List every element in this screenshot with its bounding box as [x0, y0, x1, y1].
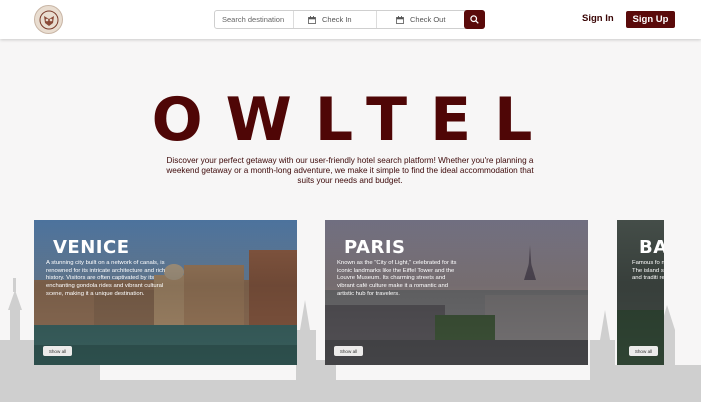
sign-up-button[interactable]: Sign Up	[626, 11, 675, 28]
check-in-label: Check In	[322, 15, 352, 24]
check-out-label: Check Out	[410, 15, 446, 24]
show-all-button[interactable]: Show all	[43, 346, 72, 356]
destination-card-partial[interactable]: BA Famous fo nice terrac The island spir…	[617, 220, 664, 365]
calendar-icon	[308, 15, 316, 24]
search-button[interactable]	[464, 10, 485, 29]
owl-logo-icon[interactable]	[34, 5, 63, 34]
top-navbar: Check In Check Out Sign In Sign Up	[0, 0, 701, 39]
check-out-field[interactable]: Check Out	[377, 11, 465, 28]
hero-description: Discover your perfect getaway with our u…	[166, 156, 534, 185]
search-icon	[470, 15, 479, 24]
destination-name: BA	[639, 237, 664, 258]
destination-card-venice[interactable]: VENICE A stunning city built on a networ…	[34, 220, 297, 365]
calendar-icon	[396, 15, 404, 24]
destination-description: Famous fo nice terrac The island spiritu…	[632, 260, 664, 282]
destination-name: PARIS	[344, 237, 406, 258]
destination-description: A stunning city built on a network of ca…	[46, 260, 166, 297]
hero-title: OWLTEL	[151, 85, 556, 155]
destination-search-input[interactable]	[215, 11, 294, 28]
destination-name: VENICE	[53, 237, 130, 258]
check-in-field[interactable]: Check In	[294, 11, 377, 28]
show-all-button[interactable]: Show all	[334, 346, 363, 356]
destination-card-paris[interactable]: PARIS Known as the "City of Light," cele…	[325, 220, 588, 365]
search-bar: Check In Check Out	[214, 10, 485, 29]
show-all-button[interactable]: Show all	[629, 346, 658, 356]
destination-description: Known as the "City of Light," celebrated…	[337, 260, 457, 297]
sign-in-link[interactable]: Sign In	[582, 13, 614, 24]
